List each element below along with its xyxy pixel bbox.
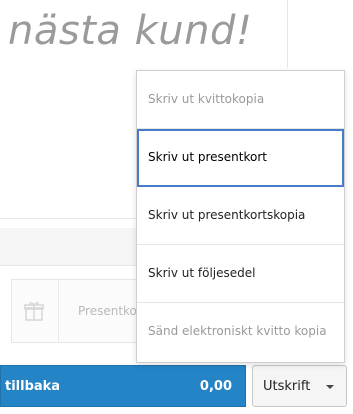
back-button-amount: 0,00 bbox=[199, 379, 232, 394]
menu-item-print-receipt-copy[interactable]: Skriv ut kvittokopia bbox=[137, 71, 344, 129]
section-band bbox=[0, 228, 137, 266]
chevron-down-icon bbox=[326, 385, 334, 389]
print-menu: Skriv ut kvittokopia Skriv ut presentkor… bbox=[136, 70, 345, 363]
print-button-label: Utskrift bbox=[263, 379, 311, 394]
menu-item-label: Skriv ut kvittokopia bbox=[148, 92, 265, 106]
menu-item-label: Skriv ut följesedel bbox=[148, 266, 256, 280]
menu-item-print-gift-card[interactable]: Skriv ut presentkort bbox=[137, 129, 344, 187]
page-title: nästa kund! bbox=[8, 8, 253, 54]
menu-item-print-delivery-note[interactable]: Skriv ut följesedel bbox=[137, 245, 344, 303]
row-divider bbox=[0, 218, 137, 219]
menu-item-label: Sänd elektroniskt kvitto kopia bbox=[148, 324, 327, 338]
menu-item-label: Skriv ut presentkort bbox=[148, 150, 267, 164]
menu-item-label: Skriv ut presentkortskopia bbox=[148, 208, 306, 222]
back-button[interactable]: tillbaka 0,00 bbox=[0, 365, 246, 407]
column-divider bbox=[287, 0, 288, 68]
back-button-label: tillbaka bbox=[5, 379, 61, 394]
tile-divider bbox=[58, 280, 59, 342]
gift-icon bbox=[24, 302, 44, 321]
menu-item-send-electronic-receipt-copy[interactable]: Sänd elektroniskt kvitto kopia bbox=[137, 303, 344, 361]
menu-item-print-gift-card-copy[interactable]: Skriv ut presentkortskopia bbox=[137, 187, 344, 245]
print-dropdown-button[interactable]: Utskrift bbox=[252, 365, 347, 407]
gift-card-tile[interactable]: Presentkort bbox=[11, 279, 147, 343]
